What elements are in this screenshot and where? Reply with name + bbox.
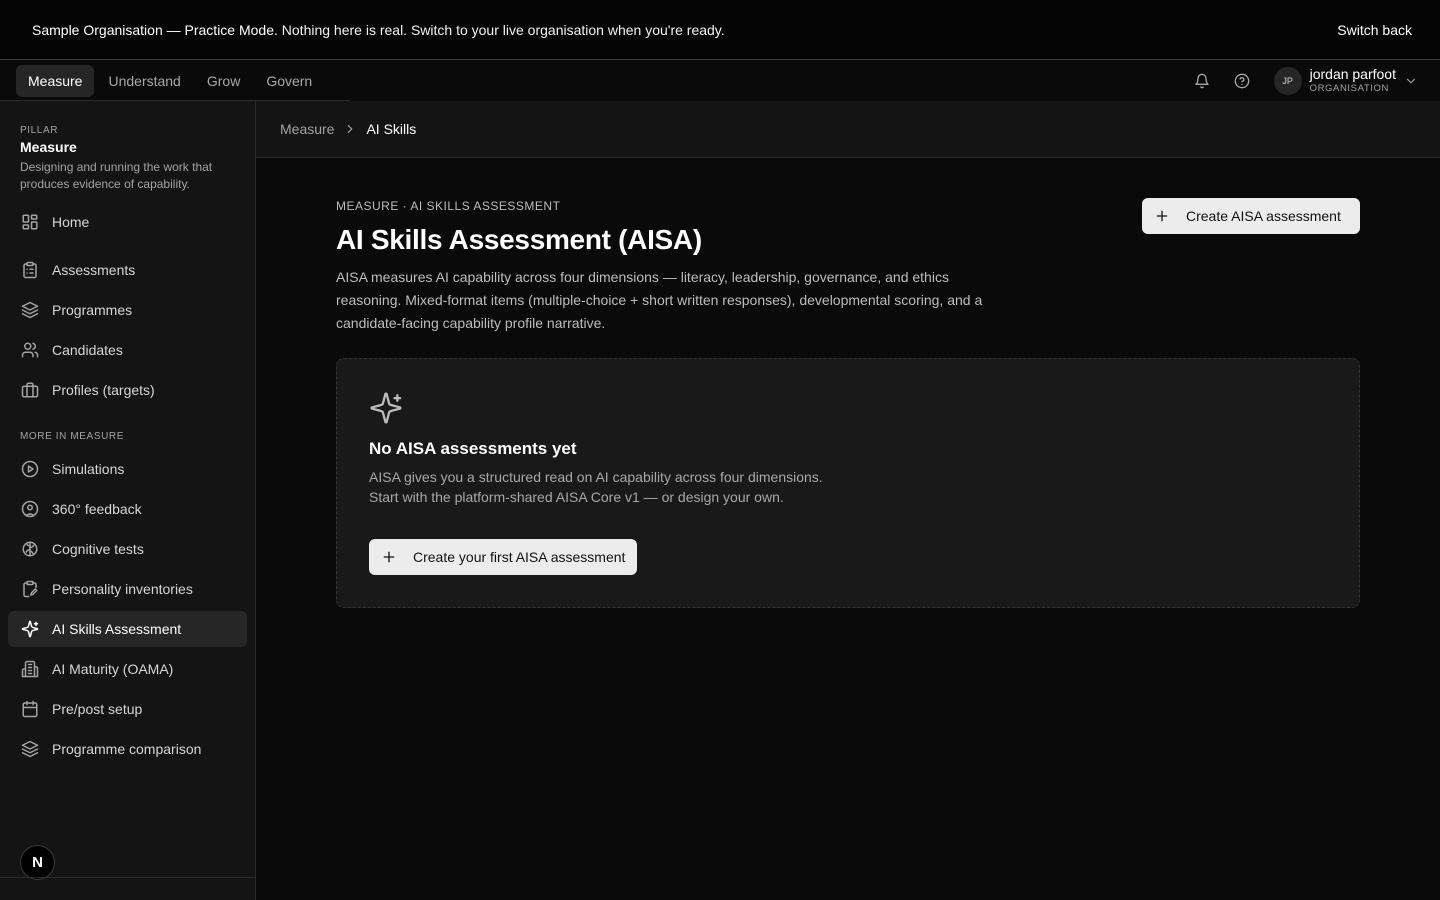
sidebar-item-label: Programme comparison bbox=[52, 741, 202, 757]
building-icon bbox=[20, 659, 40, 679]
create-aisa-assessment-label: Create AISA assessment bbox=[1186, 208, 1341, 224]
empty-state-title: No AISA assessments yet bbox=[369, 439, 577, 458]
brain-icon bbox=[20, 539, 40, 559]
more-in-measure-label: MORE IN MEASURE bbox=[20, 431, 125, 442]
breadcrumb-current: AI Skills bbox=[366, 121, 417, 137]
page-title: AI Skills Assessment (AISA) bbox=[336, 224, 702, 255]
banner-text: Nothing here is real. Switch to your liv… bbox=[277, 21, 725, 38]
sidebar-item-label: Assessments bbox=[52, 262, 136, 278]
sidebar-footer-divider bbox=[0, 877, 255, 878]
sidebar-item-cognitive-tests[interactable]: Cognitive tests bbox=[8, 531, 247, 567]
sidebar-item-programmes[interactable]: Programmes bbox=[8, 292, 247, 328]
empty-state-description: AISA gives you a structured read on AI c… bbox=[369, 469, 823, 505]
sidebar-item-pre-post-setup[interactable]: Pre/post setup bbox=[8, 691, 247, 727]
tab-govern[interactable]: Govern bbox=[254, 65, 324, 97]
user-name: jordan parfoot bbox=[1309, 66, 1396, 82]
sidebar-item-home[interactable]: Home bbox=[8, 204, 247, 240]
layers-icon bbox=[20, 739, 40, 759]
banner-message: Sample Organisation — Practice Mode. Not… bbox=[32, 22, 725, 38]
app-logo[interactable]: N bbox=[20, 845, 55, 880]
clipboard-icon bbox=[20, 260, 40, 280]
sidebar-item-label: AI Skills Assessment bbox=[52, 621, 182, 637]
layers-icon bbox=[20, 300, 40, 320]
briefcase-icon bbox=[20, 380, 40, 400]
sidebar-item-label: Programmes bbox=[52, 302, 133, 318]
sidebar-item-label: Cognitive tests bbox=[52, 541, 144, 557]
breadcrumb: Measure AI Skills bbox=[256, 101, 1440, 158]
user-circle-icon bbox=[20, 499, 40, 519]
avatar: JP bbox=[1273, 67, 1302, 95]
grid-icon bbox=[20, 212, 40, 232]
calendar-icon bbox=[20, 699, 40, 719]
sidebar: PILLAR Measure Designing and running the… bbox=[0, 101, 256, 900]
sparkles-icon bbox=[369, 391, 403, 425]
bell-icon[interactable] bbox=[1188, 67, 1216, 95]
sidebar-item-programme-comparison[interactable]: Programme comparison bbox=[8, 731, 247, 767]
user-role: ORGANISATION bbox=[1309, 83, 1389, 94]
tab-measure[interactable]: Measure bbox=[16, 65, 95, 97]
sidebar-item-simulations[interactable]: Simulations bbox=[8, 451, 247, 487]
tab-grow[interactable]: Grow bbox=[195, 65, 252, 97]
sidebar-item-label: 360° feedback bbox=[52, 501, 142, 517]
pillar-label: PILLAR bbox=[20, 125, 59, 136]
sidebar-item-candidates[interactable]: Candidates bbox=[8, 332, 247, 368]
sidebar-item-ai-skills-assessment[interactable]: AI Skills Assessment bbox=[8, 611, 247, 647]
plus-icon bbox=[1154, 208, 1170, 224]
create-first-aisa-assessment-button[interactable]: Create your first AISA assessment bbox=[369, 539, 638, 575]
create-first-aisa-assessment-label: Create your first AISA assessment bbox=[413, 549, 626, 565]
sidebar-item-label: Pre/post setup bbox=[52, 701, 143, 717]
sidebar-item-label: Simulations bbox=[52, 461, 125, 477]
sidebar-item-ai-maturity[interactable]: AI Maturity (OAMA) bbox=[8, 651, 247, 687]
topnav-actions: JP jordan parfoot ORGANISATION bbox=[1176, 61, 1418, 101]
plus-icon bbox=[381, 549, 397, 565]
practice-mode-banner: Sample Organisation — Practice Mode. Not… bbox=[0, 0, 1440, 60]
page-eyebrow: MEASURE · AI SKILLS ASSESSMENT bbox=[336, 199, 561, 213]
chevron-right-icon bbox=[343, 122, 357, 136]
banner-strong: Sample Organisation — Practice Mode. bbox=[32, 21, 278, 38]
help-icon[interactable] bbox=[1228, 67, 1256, 95]
pillar-title: Measure bbox=[20, 139, 77, 155]
sparkles-icon bbox=[20, 619, 40, 639]
user-menu[interactable]: JP jordan parfoot ORGANISATION bbox=[1273, 66, 1418, 96]
pillar-description: Designing and running the work that prod… bbox=[20, 160, 213, 191]
clipboard-edit-icon bbox=[20, 579, 40, 599]
sidebar-item-assessments[interactable]: Assessments bbox=[8, 252, 247, 288]
sidebar-item-label: Profiles (targets) bbox=[52, 382, 155, 398]
users-icon bbox=[20, 340, 40, 360]
sidebar-item-360-feedback[interactable]: 360° feedback bbox=[8, 491, 247, 527]
page-description: AISA measures AI capability across four … bbox=[336, 269, 983, 331]
play-circle-icon bbox=[20, 459, 40, 479]
chevron-down-icon bbox=[1404, 74, 1418, 88]
create-aisa-assessment-button[interactable]: Create AISA assessment bbox=[1142, 198, 1360, 234]
top-navigation: Measure Understand Grow Govern JP jordan… bbox=[0, 61, 1440, 101]
sidebar-item-label: Home bbox=[52, 214, 90, 230]
switch-back-button[interactable]: Switch back bbox=[1337, 22, 1412, 38]
empty-state-card: No AISA assessments yet AISA gives you a… bbox=[336, 358, 1360, 608]
tab-understand[interactable]: Understand bbox=[96, 65, 192, 97]
sidebar-item-label: Candidates bbox=[52, 342, 123, 358]
breadcrumb-parent[interactable]: Measure bbox=[280, 121, 334, 137]
sidebar-item-personality-inventories[interactable]: Personality inventories bbox=[8, 571, 247, 607]
sidebar-item-label: AI Maturity (OAMA) bbox=[52, 661, 174, 677]
sidebar-item-label: Personality inventories bbox=[52, 581, 193, 597]
sidebar-item-profiles[interactable]: Profiles (targets) bbox=[8, 372, 247, 408]
